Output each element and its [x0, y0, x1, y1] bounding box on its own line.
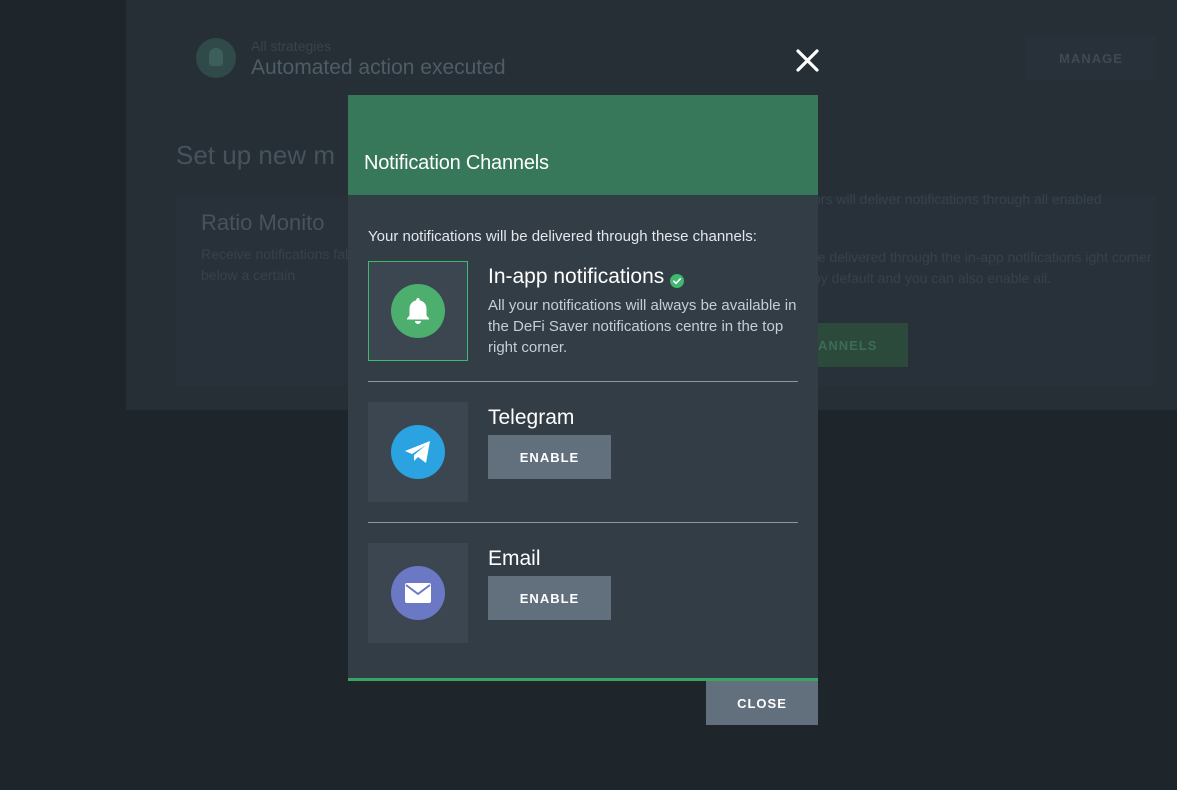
close-button[interactable]: CLOSE: [706, 681, 818, 725]
ghost-avatar-icon: [196, 38, 236, 78]
channel-description: All your notifications will always be av…: [488, 297, 797, 356]
ratio-monitor-description: Receive notifications falls below a cert…: [201, 246, 359, 283]
ratio-monitor-title: Ratio Monito: [201, 210, 325, 235]
strategy-label: All strategies: [251, 38, 332, 54]
check-circle-icon: [670, 270, 685, 288]
channel-email: Email ENABLE: [368, 523, 798, 663]
modal-header: Notification Channels: [348, 95, 818, 195]
channel-content: Email ENABLE: [488, 543, 611, 643]
channel-name-label: Telegram: [488, 406, 575, 429]
enable-telegram-button[interactable]: ENABLE: [488, 435, 611, 479]
channel-name: Telegram: [488, 406, 611, 430]
channel-in-app: In-app notifications All your notificati…: [368, 245, 798, 382]
monitor-detail-text: re delivered through the in-app notifica…: [813, 249, 1152, 286]
modal-body: Your notifications will be delivered thr…: [348, 228, 818, 663]
channel-name-label: Email: [488, 547, 541, 570]
notification-channels-modal: Notification Channels Your notifications…: [348, 95, 818, 681]
manage-button: MANAGE: [1026, 37, 1156, 79]
setup-title: Set up new m: [176, 140, 335, 170]
channel-icon-box: [368, 543, 468, 643]
mail-icon: [391, 566, 445, 620]
channels-button: ANNELS: [818, 323, 908, 367]
modal-intro: Your notifications will be delivered thr…: [368, 228, 757, 245]
channel-name-label: In-app notifications: [488, 265, 665, 288]
telegram-icon: [391, 425, 445, 479]
channel-content: Telegram ENABLE: [488, 402, 611, 502]
channel-telegram: Telegram ENABLE: [368, 382, 798, 523]
bell-icon: [391, 284, 445, 338]
channel-content: In-app notifications All your notificati…: [488, 261, 800, 361]
enable-email-button[interactable]: ENABLE: [488, 576, 611, 620]
channel-icon-box: [368, 261, 468, 361]
channel-name: Email: [488, 547, 611, 571]
modal-title: Notification Channels: [364, 152, 549, 174]
event-title: Automated action executed: [251, 56, 506, 79]
close-icon[interactable]: [793, 46, 822, 75]
channel-icon-box: [368, 402, 468, 502]
channel-name: In-app notifications: [488, 265, 800, 289]
monitor-info-text: ors will deliver notifications through a…: [813, 191, 1102, 207]
